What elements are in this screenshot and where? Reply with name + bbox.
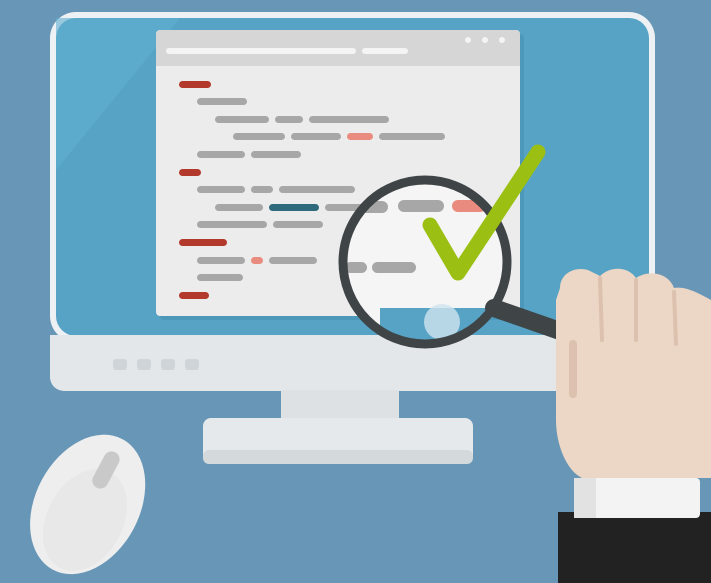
code-token bbox=[197, 151, 245, 158]
code-token bbox=[379, 133, 445, 140]
code-token bbox=[179, 239, 227, 246]
code-token bbox=[233, 133, 285, 140]
titlebar-text bbox=[166, 48, 356, 54]
code-token bbox=[197, 257, 245, 264]
code-token bbox=[251, 257, 263, 264]
code-token bbox=[291, 133, 341, 140]
code-token bbox=[269, 257, 317, 264]
code-review-illustration bbox=[30, 12, 711, 583]
code-token bbox=[275, 116, 303, 123]
code-token bbox=[347, 133, 373, 140]
code-token bbox=[179, 81, 211, 88]
code-token bbox=[215, 116, 269, 123]
code-token bbox=[309, 116, 389, 123]
computer-mouse-icon bbox=[30, 434, 146, 575]
code-token bbox=[179, 169, 201, 176]
code-token bbox=[269, 204, 319, 211]
code-token bbox=[251, 151, 301, 158]
illustration-scene bbox=[0, 0, 711, 583]
code-token bbox=[273, 221, 323, 228]
monitor-button bbox=[161, 359, 175, 370]
code-token bbox=[279, 186, 355, 193]
code-token bbox=[179, 292, 209, 299]
hand-icon bbox=[556, 268, 711, 583]
code-token bbox=[197, 186, 245, 193]
monitor-button bbox=[137, 359, 151, 370]
code-token bbox=[197, 221, 267, 228]
window-dot bbox=[499, 37, 505, 43]
code-token bbox=[215, 204, 263, 211]
monitor-button bbox=[113, 359, 127, 370]
hand-palm bbox=[556, 268, 711, 478]
monitor-button bbox=[185, 359, 199, 370]
titlebar-text bbox=[362, 48, 408, 54]
code-token bbox=[197, 98, 247, 105]
code-token bbox=[197, 274, 243, 281]
window-dot bbox=[465, 37, 471, 43]
jacket-sleeve bbox=[558, 512, 711, 583]
monitor-neck bbox=[281, 390, 399, 420]
window-dot bbox=[482, 37, 488, 43]
code-token bbox=[251, 186, 273, 193]
